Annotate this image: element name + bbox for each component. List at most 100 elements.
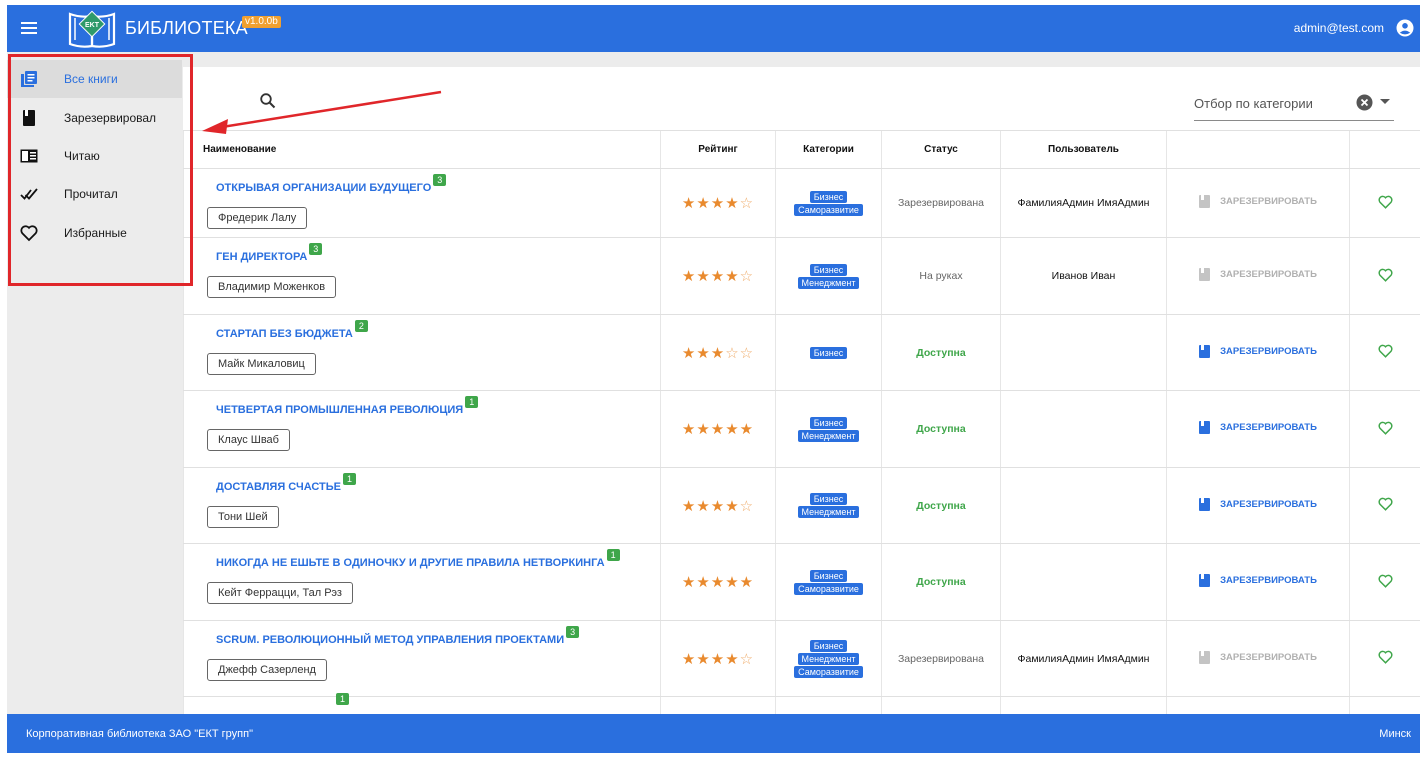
category-badge[interactable]: Менеджмент <box>797 506 860 518</box>
star-filled-icon[interactable]: ★ <box>711 345 725 362</box>
heart-outline-icon[interactable] <box>1378 650 1393 664</box>
category-badge[interactable]: Бизнес <box>809 639 848 652</box>
star-filled-icon[interactable]: ★ <box>725 498 739 515</box>
table-row[interactable]: ЧЕТВЕРТАЯ ПРОМЫШЛЕННАЯ РЕВОЛЮЦИЯ1 Клаус Ш… <box>183 390 1420 468</box>
reserve-button[interactable]: ЗАРЕЗЕРВИРОВАТЬ <box>1199 344 1317 358</box>
sidebar-item-read[interactable]: Прочитал <box>7 175 182 213</box>
rating-stars[interactable]: ★★★★☆ <box>682 195 754 212</box>
author-chip[interactable]: Джефф Сазерленд <box>207 659 327 681</box>
heart-outline-icon[interactable] <box>1378 195 1393 209</box>
book-title-link[interactable]: SCRUM. РЕВОЛЮЦИОННЫЙ МЕТОД УПРАВЛЕНИЯ ПР… <box>216 626 580 646</box>
category-badge[interactable]: Саморазвитие <box>794 665 863 678</box>
star-empty-icon[interactable]: ☆ <box>740 268 754 285</box>
rating-stars[interactable]: ★★★★☆ <box>682 498 754 515</box>
star-filled-icon[interactable]: ★ <box>682 574 696 591</box>
category-badge[interactable]: Менеджмент <box>797 652 860 665</box>
sidebar-item-favorites[interactable]: Избранные <box>7 214 182 252</box>
rating-stars[interactable]: ★★★★★ <box>682 421 754 438</box>
book-title-link[interactable]: ЧЕТВЕРТАЯ ПРОМЫШЛЕННАЯ РЕВОЛЮЦИЯ1 <box>216 396 479 416</box>
reserve-button[interactable]: ЗАРЕЗЕРВИРОВАТЬ <box>1199 650 1317 664</box>
heart-outline-icon[interactable] <box>1378 497 1393 511</box>
star-filled-icon[interactable]: ★ <box>711 651 725 668</box>
star-filled-icon[interactable]: ★ <box>682 651 696 668</box>
table-row[interactable]: ОТКРЫВАЯ ОРГАНИЗАЦИИ БУДУЩЕГО3 Фредерик Л… <box>183 168 1420 238</box>
category-badge[interactable]: Бизнес <box>809 493 848 505</box>
table-row[interactable]: SCRUM. РЕВОЛЮЦИОННЫЙ МЕТОД УПРАВЛЕНИЯ ПР… <box>183 620 1420 697</box>
column-header-categories[interactable]: Категории <box>775 130 882 169</box>
reserve-button[interactable]: ЗАРЕЗЕРВИРОВАТЬ <box>1199 195 1317 208</box>
rating-stars[interactable]: ★★★★☆ <box>682 651 754 668</box>
category-badge[interactable]: Бизнес <box>809 569 848 582</box>
star-empty-icon[interactable]: ☆ <box>725 345 739 362</box>
author-chip[interactable]: Клаус Шваб <box>207 429 290 451</box>
book-title-link[interactable]: ОТКРЫВАЯ ОРГАНИЗАЦИИ БУДУЩЕГО3 <box>216 174 447 194</box>
sidebar-item-all-books[interactable]: Все книги <box>7 60 182 98</box>
book-title-link[interactable]: ГЕН ДИРЕКТОРА3 <box>216 243 323 263</box>
account-circle-icon[interactable] <box>1396 19 1414 37</box>
category-badge[interactable]: Менеджмент <box>797 429 860 442</box>
table-row[interactable]: ГЕН ДИРЕКТОРА3 Владимир Моженков ★★★★☆ Бизн… <box>183 237 1420 315</box>
heart-outline-icon[interactable] <box>1378 421 1393 435</box>
star-filled-icon[interactable]: ★ <box>725 268 739 285</box>
star-filled-icon[interactable]: ★ <box>696 345 710 362</box>
star-filled-icon[interactable]: ★ <box>711 421 725 438</box>
heart-outline-icon[interactable] <box>1378 574 1393 588</box>
search-icon[interactable] <box>259 92 277 110</box>
category-badge[interactable]: Бизнес <box>809 263 848 276</box>
heart-outline-icon[interactable] <box>1378 344 1393 358</box>
dropdown-arrow-icon[interactable] <box>1380 99 1390 104</box>
star-filled-icon[interactable]: ★ <box>682 195 696 212</box>
star-filled-icon[interactable]: ★ <box>740 421 754 438</box>
star-filled-icon[interactable]: ★ <box>682 345 696 362</box>
category-badge[interactable]: Бизнес <box>809 346 848 359</box>
reserve-button[interactable]: ЗАРЕЗЕРВИРОВАТЬ <box>1199 497 1317 511</box>
category-badge[interactable]: Бизнес <box>809 190 848 203</box>
star-filled-icon[interactable]: ★ <box>711 498 725 515</box>
star-empty-icon[interactable]: ☆ <box>740 345 754 362</box>
heart-outline-icon[interactable] <box>1378 268 1393 282</box>
author-chip[interactable]: Кейт Феррацци, Тал Рэз <box>207 582 353 604</box>
reserve-button[interactable]: ЗАРЕЗЕРВИРОВАТЬ <box>1199 421 1317 434</box>
author-chip[interactable]: Тони Шей <box>207 506 279 528</box>
star-filled-icon[interactable]: ★ <box>711 574 725 591</box>
book-title-link[interactable]: СТАРТАП БЕЗ БЮДЖЕТА2 <box>216 320 368 340</box>
sidebar-item-reserved[interactable]: Зарезервировал <box>7 99 182 137</box>
star-empty-icon[interactable]: ☆ <box>740 498 754 515</box>
category-filter-select[interactable]: Отбор по категории <box>1194 83 1394 121</box>
star-filled-icon[interactable]: ★ <box>725 574 739 591</box>
category-badge[interactable]: Саморазвитие <box>794 203 863 216</box>
star-filled-icon[interactable]: ★ <box>682 268 696 285</box>
star-filled-icon[interactable]: ★ <box>682 498 696 515</box>
star-filled-icon[interactable]: ★ <box>696 574 710 591</box>
star-filled-icon[interactable]: ★ <box>696 498 710 515</box>
star-filled-icon[interactable]: ★ <box>725 195 739 212</box>
rating-stars[interactable]: ★★★★☆ <box>682 268 754 285</box>
book-title-link[interactable]: НИКОГДА НЕ ЕШЬТЕ В ОДИНОЧКУ И ДРУГИЕ ПРА… <box>216 549 620 569</box>
star-empty-icon[interactable]: ☆ <box>740 651 754 668</box>
library-logo-icon[interactable]: EKT <box>67 10 117 48</box>
column-header-name[interactable]: Наименование <box>183 130 661 169</box>
clear-icon[interactable] <box>1356 94 1373 111</box>
star-filled-icon[interactable]: ★ <box>725 651 739 668</box>
star-filled-icon[interactable]: ★ <box>696 195 710 212</box>
sidebar-item-reading[interactable]: Читаю <box>7 137 182 175</box>
star-empty-icon[interactable]: ☆ <box>740 195 754 212</box>
star-filled-icon[interactable]: ★ <box>740 574 754 591</box>
user-email[interactable]: admin@test.com <box>1294 21 1384 35</box>
category-badge[interactable]: Бизнес <box>809 416 848 429</box>
author-chip[interactable]: Майк Микаловиц <box>207 353 316 375</box>
book-title-link[interactable]: ДОСТАВЛЯЯ СЧАСТЬЕ1 <box>216 473 357 493</box>
rating-stars[interactable]: ★★★★★ <box>682 574 754 591</box>
category-badge[interactable]: Менеджмент <box>797 276 860 289</box>
star-filled-icon[interactable]: ★ <box>711 195 725 212</box>
rating-stars[interactable]: ★★★☆☆ <box>682 345 754 362</box>
author-chip[interactable]: Владимир Моженков <box>207 276 337 298</box>
star-filled-icon[interactable]: ★ <box>682 421 696 438</box>
table-row[interactable]: СТАРТАП БЕЗ БЮДЖЕТА2 Майк Микаловиц ★★★☆☆ Б… <box>183 314 1420 391</box>
category-badge[interactable]: Саморазвитие <box>794 582 863 595</box>
star-filled-icon[interactable]: ★ <box>725 421 739 438</box>
table-row[interactable]: НИКОГДА НЕ ЕШЬТЕ В ОДИНОЧКУ И ДРУГИЕ ПРА… <box>183 543 1420 621</box>
star-filled-icon[interactable]: ★ <box>696 651 710 668</box>
column-header-user[interactable]: Пользователь <box>1000 130 1167 169</box>
column-header-rating[interactable]: Рейтинг <box>660 130 776 169</box>
